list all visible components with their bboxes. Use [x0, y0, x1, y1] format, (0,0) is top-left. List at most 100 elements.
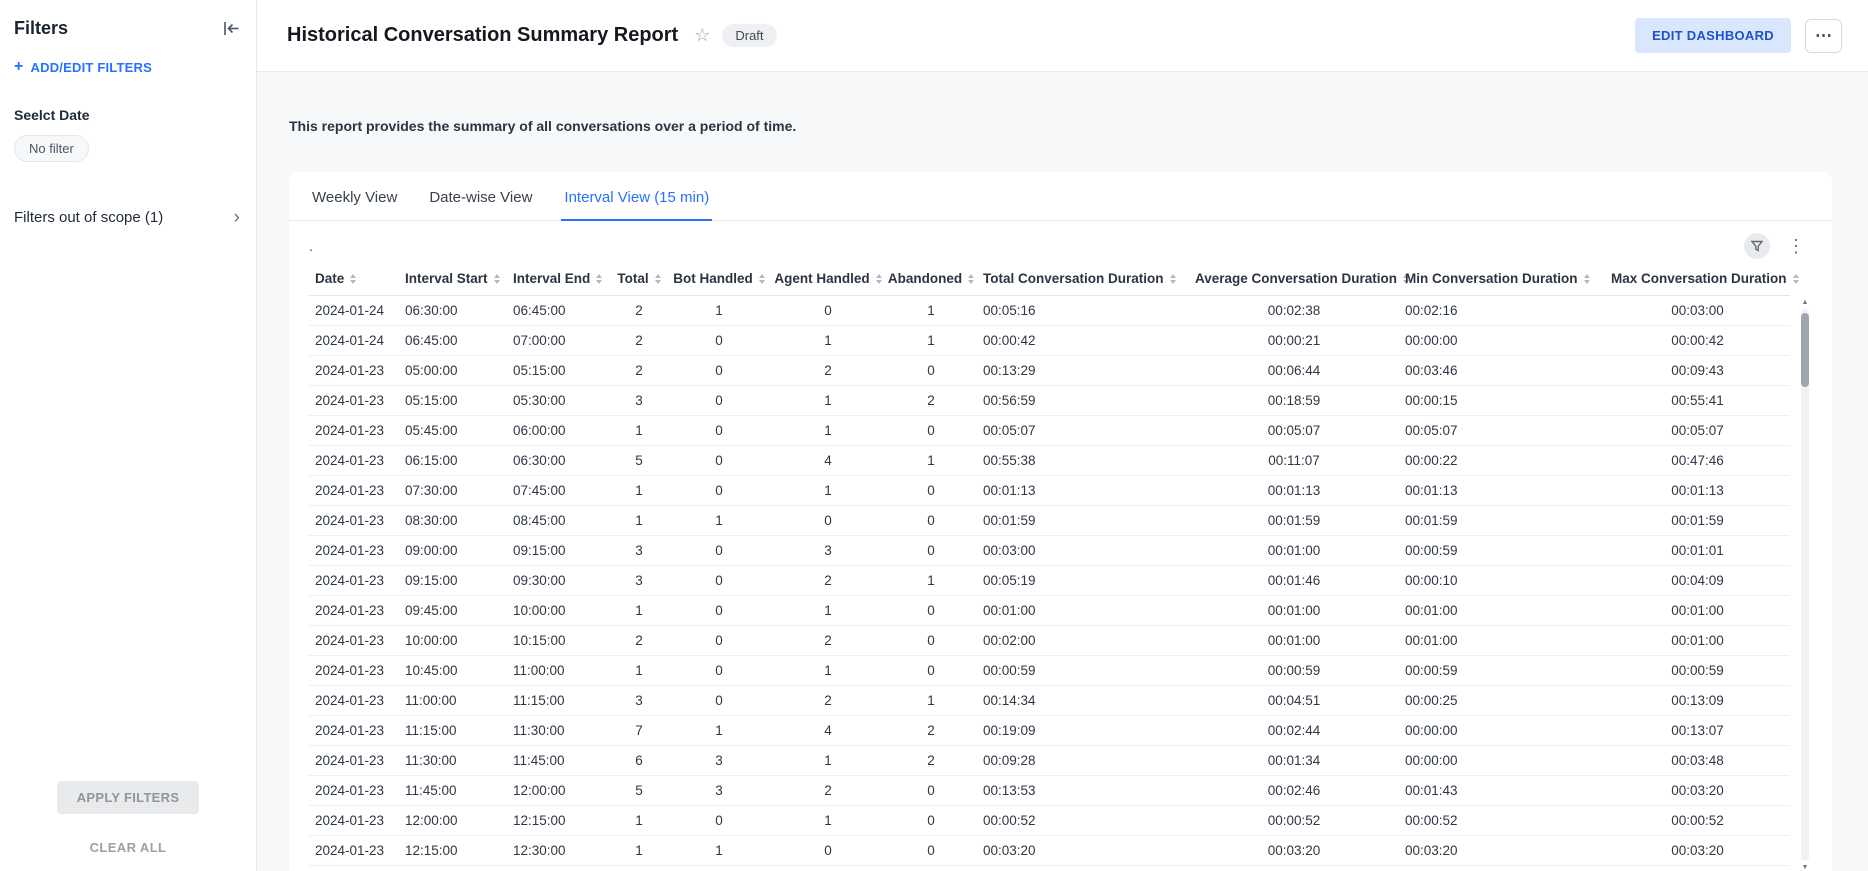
table-cell: 2024-01-23	[309, 476, 399, 506]
table-cell: 0	[885, 806, 977, 836]
column-header-min-conversation-duration[interactable]: Min Conversation Duration	[1399, 263, 1605, 296]
scrollbar-track[interactable]	[1801, 309, 1809, 861]
table-cell: 00:13:07	[1605, 716, 1790, 746]
tabs: Weekly View Date-wise View Interval View (…	[289, 172, 1832, 221]
table-cell: 1	[667, 506, 771, 536]
sort-icon[interactable]	[596, 274, 602, 284]
table-cell: 00:01:59	[1189, 506, 1399, 536]
tab-date-wise-view[interactable]: Date-wise View	[426, 172, 535, 221]
tab-interval-view-15-min[interactable]: Interval View (15 min)	[561, 172, 712, 221]
star-icon[interactable]: ☆	[694, 25, 710, 46]
column-header-date[interactable]: Date	[309, 263, 399, 296]
table-cell: 2	[771, 686, 885, 716]
scrollbar-thumb[interactable]	[1801, 313, 1809, 387]
filters-out-of-scope-row[interactable]: Filters out of scope (1) ›	[14, 208, 240, 227]
column-header-abandoned[interactable]: Abandoned	[885, 263, 977, 296]
table-cell: 00:00:22	[1399, 446, 1605, 476]
table-header-row: DateInterval StartInterval EndTotalBot H…	[309, 263, 1790, 296]
table-row: 2024-01-2310:00:0010:15:00202000:02:0000…	[309, 626, 1790, 656]
table-cell: 12:30:00	[507, 836, 611, 866]
sort-icon[interactable]	[968, 274, 974, 284]
sort-icon[interactable]	[1584, 274, 1590, 284]
table-cell: 11:30:00	[399, 746, 507, 776]
sort-icon[interactable]	[494, 274, 500, 284]
edit-dashboard-button[interactable]: EDIT DASHBOARD	[1635, 18, 1791, 53]
table-cell: 00:03:20	[1399, 836, 1605, 866]
table-cell: 2	[771, 566, 885, 596]
table-cell: 00:00:42	[1605, 326, 1790, 356]
column-header-total-conversation-duration[interactable]: Total Conversation Duration	[977, 263, 1189, 296]
table-cell: 00:01:00	[1399, 596, 1605, 626]
table-cell: 00:55:38	[977, 446, 1189, 476]
no-filter-chip[interactable]: No filter	[14, 135, 89, 162]
column-header-max-conversation-duration[interactable]: Max Conversation Duration	[1605, 263, 1790, 296]
scroll-down-icon[interactable]: ▼	[1802, 864, 1809, 871]
table-cell: 1	[611, 806, 667, 836]
apply-filters-button[interactable]: APPLY FILTERS	[57, 781, 200, 814]
collapse-sidebar-icon[interactable]	[223, 21, 240, 36]
table-cell: 00:13:53	[977, 776, 1189, 806]
table-cell: 00:00:59	[1189, 656, 1399, 686]
sort-icon[interactable]	[1170, 274, 1176, 284]
column-header-total[interactable]: Total	[611, 263, 667, 296]
table-filter-button[interactable]	[1744, 233, 1770, 259]
more-options-button[interactable]: ⋯	[1805, 19, 1842, 53]
sort-icon[interactable]	[655, 274, 661, 284]
table-cell: 00:00:52	[1605, 806, 1790, 836]
table-cell: 13:00:00	[507, 866, 611, 871]
table-cell: 1	[771, 746, 885, 776]
table-cell: 00:03:00	[1605, 296, 1790, 326]
table-row: 2024-01-2310:45:0011:00:00101000:00:5900…	[309, 656, 1790, 686]
table-cell: 00:00:10	[1399, 566, 1605, 596]
table-cell: 11:00:00	[399, 686, 507, 716]
table-cell: 1	[667, 296, 771, 326]
table-cell: 05:45:00	[399, 416, 507, 446]
table-cell: 0	[885, 656, 977, 686]
table-cell: 00:00:59	[1605, 656, 1790, 686]
table-cell: 3	[611, 686, 667, 716]
table-cell: 00:01:13	[1189, 476, 1399, 506]
sort-icon[interactable]	[350, 274, 356, 284]
scroll-up-icon[interactable]: ▲	[1802, 299, 1809, 306]
table-cell: 1	[885, 686, 977, 716]
column-header-average-conversation-duration[interactable]: Average Conversation Duration	[1189, 263, 1399, 296]
table-cell: 00:13:29	[977, 356, 1189, 386]
add-edit-filters-button[interactable]: + ADD/EDIT FILTERS	[14, 59, 242, 75]
table-cell: 2024-01-23	[309, 506, 399, 536]
table-cell: 1	[611, 656, 667, 686]
table-cell: 00:01:01	[1605, 536, 1790, 566]
table-cell: 00:00:42	[977, 326, 1189, 356]
table-cell: 11:30:00	[507, 716, 611, 746]
table-cell: 06:30:00	[399, 296, 507, 326]
sort-icon[interactable]	[1793, 274, 1799, 284]
column-header-interval-end[interactable]: Interval End	[507, 263, 611, 296]
table-cell: 2	[885, 716, 977, 746]
table-cell: 0	[667, 356, 771, 386]
table-row: 2024-01-2309:00:0009:15:00303000:03:0000…	[309, 536, 1790, 566]
column-header-agent-handled[interactable]: Agent Handled	[771, 263, 885, 296]
sort-icon[interactable]	[759, 274, 765, 284]
table-cell: 00:05:07	[1189, 416, 1399, 446]
table-cell: 00:00:25	[1399, 686, 1605, 716]
table-scrollbar[interactable]: ▲ ▼	[1800, 299, 1810, 871]
status-badge: Draft	[722, 24, 776, 47]
table-cell: 2024-01-23	[309, 416, 399, 446]
table-cell: 10:00:00	[507, 596, 611, 626]
column-header-bot-handled[interactable]: Bot Handled	[667, 263, 771, 296]
table-cell: 00:02:46	[1189, 776, 1399, 806]
table-cell: 00:03:20	[1605, 836, 1790, 866]
table-cell: 0	[667, 386, 771, 416]
table-cell: 2024-01-23	[309, 656, 399, 686]
table-cell: 10:45:00	[399, 656, 507, 686]
clear-all-button[interactable]: CLEAR ALL	[0, 840, 256, 855]
table-cell: 07:00:00	[507, 326, 611, 356]
sort-icon[interactable]	[876, 274, 882, 284]
tab-weekly-view[interactable]: Weekly View	[309, 172, 400, 221]
table-cell: 00:14:34	[977, 686, 1189, 716]
table-cell: 2024-01-23	[309, 596, 399, 626]
column-header-interval-start[interactable]: Interval Start	[399, 263, 507, 296]
table-cell: 00:00:52	[1399, 806, 1605, 836]
kebab-icon[interactable]: ⋮	[1784, 236, 1808, 257]
table-cell: 1	[667, 836, 771, 866]
table-cell: 2024-01-23	[309, 806, 399, 836]
